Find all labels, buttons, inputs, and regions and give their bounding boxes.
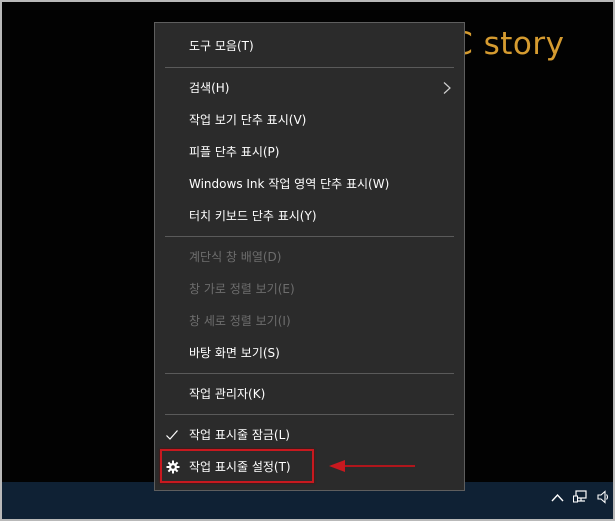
- highlight-box: [160, 449, 314, 483]
- screenshot-frame: OPC story 도구 모음(T) 검색(H) 작업 보기 단추 표시(V) …: [0, 0, 615, 521]
- menu-item-label: 작업 보기 단추 표시(V): [189, 113, 307, 127]
- system-tray: [551, 490, 609, 508]
- menu-separator: [165, 414, 454, 415]
- menu-item-show-desktop[interactable]: 바탕 화면 보기(S): [155, 337, 464, 369]
- annotation-arrow-icon: [329, 460, 415, 472]
- menu-item-label: 터치 키보드 단추 표시(Y): [189, 209, 317, 223]
- menu-item-label: 피플 단추 표시(P): [189, 145, 280, 159]
- menu-item-label: Windows Ink 작업 영역 단추 표시(W): [189, 177, 390, 191]
- menu-item-label: 작업 관리자(K): [189, 387, 266, 401]
- menu-item-cascade-windows: 계단식 창 배열(D): [155, 241, 464, 273]
- menu-item-windows-ink-button[interactable]: Windows Ink 작업 영역 단추 표시(W): [155, 168, 464, 200]
- chevron-right-icon: [443, 82, 451, 94]
- menu-item-people-button[interactable]: 피플 단추 표시(P): [155, 136, 464, 168]
- menu-separator: [165, 67, 454, 68]
- taskbar-context-menu: 도구 모음(T) 검색(H) 작업 보기 단추 표시(V) 피플 단추 표시(P…: [154, 22, 465, 491]
- menu-item-label: 작업 표시줄 잠금(L): [189, 428, 290, 442]
- menu-item-task-manager[interactable]: 작업 관리자(K): [155, 378, 464, 410]
- menu-item-label: 계단식 창 배열(D): [189, 250, 282, 264]
- menu-item-label: 검색(H): [189, 81, 230, 95]
- menu-item-task-view-button[interactable]: 작업 보기 단추 표시(V): [155, 104, 464, 136]
- menu-item-show-windows-side-by-side: 창 세로 정렬 보기(I): [155, 305, 464, 337]
- menu-separator: [165, 373, 454, 374]
- menu-item-label: 창 세로 정렬 보기(I): [189, 314, 291, 328]
- menu-item-show-windows-stacked: 창 가로 정렬 보기(E): [155, 273, 464, 305]
- menu-item-toolbars[interactable]: 도구 모음(T): [155, 30, 464, 62]
- chevron-up-icon[interactable]: [551, 491, 564, 507]
- menu-item-touch-keyboard-button[interactable]: 터치 키보드 단추 표시(Y): [155, 200, 464, 232]
- menu-item-label: 창 가로 정렬 보기(E): [189, 282, 295, 296]
- menu-item-search[interactable]: 검색(H): [155, 72, 464, 104]
- volume-icon[interactable]: [597, 490, 609, 508]
- menu-item-lock-taskbar[interactable]: 작업 표시줄 잠금(L): [155, 419, 464, 451]
- menu-separator: [165, 236, 454, 237]
- network-icon[interactable]: [573, 490, 588, 508]
- menu-item-label: 도구 모음(T): [189, 39, 254, 53]
- menu-item-label: 바탕 화면 보기(S): [189, 346, 280, 360]
- checkmark-icon: [166, 430, 178, 440]
